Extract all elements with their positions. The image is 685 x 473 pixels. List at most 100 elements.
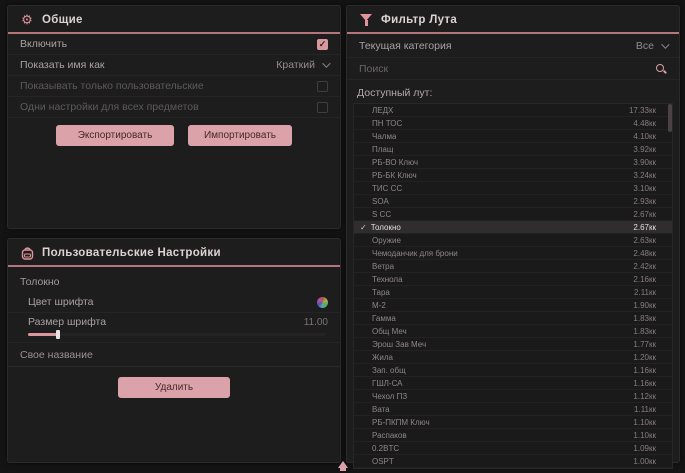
item-name: Вата bbox=[372, 405, 390, 414]
list-item[interactable]: Гамма 1.83кк bbox=[354, 312, 672, 325]
list-item[interactable]: РБ-БК Ключ3.24кк bbox=[354, 169, 672, 182]
item-value: 1.11кк bbox=[634, 405, 656, 414]
loot-list: ЛЕДХ17.33ккПН ТОС4.48ккЧалма4.10ккПлащ3.… bbox=[353, 103, 673, 469]
list-item[interactable]: SOA 2.93кк bbox=[354, 195, 672, 208]
list-item[interactable]: Общ Меч1.83кк bbox=[354, 325, 672, 338]
category-value: Все bbox=[636, 40, 654, 52]
loot-filter-title: Фильтр Лута bbox=[381, 14, 457, 26]
show-name-row: Показать имя как Краткий bbox=[8, 55, 340, 76]
item-name: SOA bbox=[372, 197, 389, 206]
item-name: Зап. общ bbox=[372, 366, 406, 375]
search-icon[interactable] bbox=[655, 63, 667, 75]
item-name: Эрош Зав Меч bbox=[372, 340, 426, 349]
list-item[interactable]: 0.2BTC1.09кк bbox=[354, 442, 672, 455]
list-item[interactable]: РБ-ВО Ключ3.90кк bbox=[354, 156, 672, 169]
scrollbar-thumb[interactable] bbox=[668, 104, 672, 132]
item-name: Чемоданчик для брони bbox=[372, 249, 458, 258]
list-item[interactable]: Зап. общ 1.16кк bbox=[354, 364, 672, 377]
list-item[interactable]: ЛЕДХ17.33кк bbox=[354, 104, 672, 117]
list-item[interactable]: М-21.90кк bbox=[354, 299, 672, 312]
list-item[interactable]: S СС2.67кк bbox=[354, 208, 672, 221]
search-placeholder: Поиск bbox=[359, 63, 388, 75]
item-name: РБ-БК Ключ bbox=[372, 171, 417, 180]
search-input[interactable]: Поиск bbox=[347, 58, 679, 80]
item-value: 1.16кк bbox=[633, 366, 656, 375]
list-item[interactable]: Плащ3.92кк bbox=[354, 143, 672, 156]
item-value: 1.77кк bbox=[633, 340, 656, 349]
import-button[interactable]: Импортировать bbox=[188, 125, 292, 146]
list-item[interactable]: РБ-ПКПМ Ключ1.10кк bbox=[354, 416, 672, 429]
general-panel-header: ⚙ Общие bbox=[8, 6, 340, 32]
item-value: 1.12кк bbox=[633, 392, 656, 401]
enable-checkbox[interactable]: ✓ bbox=[317, 39, 328, 50]
list-item[interactable]: ТИС СС3.10кк bbox=[354, 182, 672, 195]
custom-name-input[interactable]: Свое название bbox=[8, 343, 340, 367]
available-loot-label: Доступный лут: bbox=[347, 80, 679, 103]
font-size-slider[interactable] bbox=[28, 333, 326, 336]
category-select[interactable]: Все bbox=[636, 40, 667, 52]
item-value: 17.33кк bbox=[629, 106, 656, 115]
item-name: РБ-ВО Ключ bbox=[372, 158, 418, 167]
item-name: Ветра bbox=[372, 262, 394, 271]
color-wheel-icon[interactable] bbox=[317, 297, 328, 308]
enable-label: Включить bbox=[20, 38, 67, 50]
show-name-label: Показать имя как bbox=[20, 59, 105, 71]
category-label: Текущая категория bbox=[359, 40, 452, 52]
backpack-icon bbox=[20, 246, 34, 260]
item-value: 4.48кк bbox=[633, 119, 656, 128]
list-item[interactable]: ✓Толокно2.67кк bbox=[354, 221, 672, 234]
list-item[interactable]: Оружие 2.63кк bbox=[354, 234, 672, 247]
font-size-slider-row bbox=[8, 331, 340, 343]
list-item[interactable]: Тара2.11кк bbox=[354, 286, 672, 299]
resize-handle-icon[interactable] bbox=[337, 461, 349, 471]
list-item[interactable]: Жила1.20кк bbox=[354, 351, 672, 364]
custom-only-row: Показывать только пользовательские bbox=[8, 76, 340, 97]
user-settings-header: Пользовательские Настройки bbox=[8, 239, 340, 265]
gear-icon: ⚙ bbox=[20, 13, 34, 27]
item-value: 2.42кк bbox=[633, 262, 656, 271]
font-size-value: 11.00 bbox=[304, 317, 328, 328]
item-name: Технола bbox=[372, 275, 403, 284]
list-item[interactable]: Эрош Зав Меч 1.77кк bbox=[354, 338, 672, 351]
item-name: Гамма bbox=[372, 314, 396, 323]
item-value: 2.63кк bbox=[633, 236, 656, 245]
item-value: 2.67кк bbox=[633, 210, 656, 219]
loot-filter-header: Фильтр Лута bbox=[347, 6, 679, 32]
list-item[interactable]: ПН ТОС4.48кк bbox=[354, 117, 672, 130]
show-name-select[interactable]: Краткий bbox=[276, 59, 328, 71]
list-item[interactable]: Чехол ПЗ 1.12кк bbox=[354, 390, 672, 403]
item-name: 0.2BTC bbox=[372, 444, 399, 453]
slider-thumb[interactable] bbox=[56, 330, 60, 339]
item-value: 2.93кк bbox=[633, 197, 656, 206]
item-name: Чехол ПЗ bbox=[372, 392, 407, 401]
user-settings-panel: Пользовательские Настройки Толокно Цвет … bbox=[7, 238, 341, 463]
item-name: Распаков bbox=[372, 431, 407, 440]
list-item[interactable]: ГШЛ-СА1.16кк bbox=[354, 377, 672, 390]
list-item[interactable]: OSPT1.00кк bbox=[354, 455, 672, 468]
export-button[interactable]: Экспортировать bbox=[56, 125, 174, 146]
list-item[interactable]: Ветра 2.42кк bbox=[354, 260, 672, 273]
list-item[interactable]: Вата 1.11кк bbox=[354, 403, 672, 416]
category-row: Текущая категория Все bbox=[347, 34, 679, 58]
same-settings-row: Одни настройки для всех предметов bbox=[8, 97, 340, 118]
delete-button[interactable]: Удалить bbox=[118, 377, 230, 398]
funnel-icon bbox=[359, 13, 373, 27]
item-value: 2.11кк bbox=[634, 288, 656, 297]
item-value: 1.90кк bbox=[633, 301, 656, 310]
item-name: ТИС СС bbox=[372, 184, 402, 193]
item-name: Толокно bbox=[371, 223, 401, 232]
item-value: 1.20кк bbox=[633, 353, 656, 362]
item-value: 1.00кк bbox=[633, 457, 656, 466]
list-item[interactable]: Технола2.16кк bbox=[354, 273, 672, 286]
same-settings-label: Одни настройки для всех предметов bbox=[20, 101, 199, 113]
item-name: Общ Меч bbox=[372, 327, 407, 336]
item-value: 1.83кк bbox=[633, 314, 656, 323]
same-settings-checkbox[interactable] bbox=[317, 102, 328, 113]
custom-only-checkbox[interactable] bbox=[317, 81, 328, 92]
general-buttons: Экспортировать Импортировать bbox=[8, 125, 340, 146]
list-item[interactable]: Чемоданчик для брони2.48кк bbox=[354, 247, 672, 260]
item-name: Оружие bbox=[372, 236, 401, 245]
list-item[interactable]: Распаков1.10кк bbox=[354, 429, 672, 442]
font-size-row: Размер шрифта 11.00 bbox=[8, 313, 340, 331]
list-item[interactable]: Чалма4.10кк bbox=[354, 130, 672, 143]
